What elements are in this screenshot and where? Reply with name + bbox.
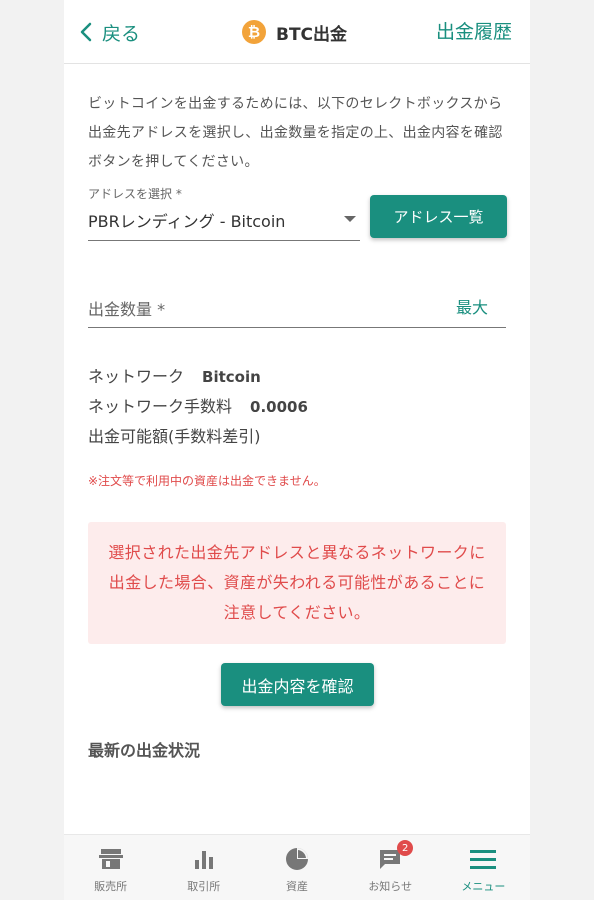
menu-icon (470, 846, 497, 872)
amount-label: 出金数量 * (88, 300, 166, 319)
bar-chart-icon (191, 846, 217, 872)
fee-label: ネットワーク手数料 (88, 397, 233, 416)
available-row: 出金可能額(手数料差引) (88, 422, 308, 452)
nav-item-news[interactable]: 2 お知らせ (344, 835, 437, 900)
bottom-nav: 販売所 取引所 資産 2 お知らせ メニュー (64, 834, 530, 900)
max-amount-button[interactable]: 最大 (456, 294, 488, 318)
message-icon: 2 (377, 840, 414, 872)
available-label: 出金可能額(手数料差引) (88, 427, 261, 446)
store-icon (98, 846, 124, 872)
recent-withdraw-title: 最新の出金状況 (88, 741, 201, 760)
title-wrap: ₿ BTC出金 (242, 18, 347, 46)
back-label: 戻る (102, 22, 141, 45)
network-row: ネットワーク Bitcoin (88, 362, 308, 392)
withdraw-history-link[interactable]: 出金履歴 (436, 18, 512, 46)
nav-label-store: 販売所 (94, 880, 128, 893)
caret-down-icon (344, 216, 356, 222)
fee-value: 0.0006 (250, 398, 308, 416)
usage-note: ※注文等で利用中の資産は出金できません。 (88, 474, 326, 488)
pie-chart-icon (284, 846, 310, 872)
nav-item-assets[interactable]: 資産 (250, 835, 343, 900)
nav-item-menu[interactable]: メニュー (437, 835, 530, 900)
nav-label-menu: メニュー (461, 880, 506, 893)
nav-item-store[interactable]: 販売所 (64, 835, 157, 900)
page-title: BTC出金 (276, 24, 348, 45)
confirm-withdraw-button[interactable]: 出金内容を確認 (221, 663, 374, 706)
chevron-left-icon (80, 22, 92, 42)
bitcoin-icon: ₿ (242, 20, 266, 44)
nav-item-exchange[interactable]: 取引所 (157, 835, 250, 900)
amount-input[interactable]: 出金数量 * 最大 (88, 282, 506, 328)
nav-label-news: お知らせ (368, 880, 413, 893)
header: 戻る ₿ BTC出金 出金履歴 (64, 0, 530, 64)
btc-withdraw-page: 戻る ₿ BTC出金 出金履歴 ビットコインを出金するためには、以下のセレクトボ… (64, 0, 530, 900)
nav-label-assets: 資産 (286, 880, 308, 893)
address-selected-value: PBRレンディング - Bitcoin (88, 212, 286, 231)
network-label: ネットワーク (88, 367, 185, 386)
back-button[interactable]: 戻る (80, 18, 140, 46)
address-list-button[interactable]: アドレス一覧 (370, 195, 507, 238)
nav-label-exchange: 取引所 (187, 880, 221, 893)
description-text: ビットコインを出金するためには、以下のセレクトボックスから出金先アドレスを選択し… (88, 96, 503, 170)
address-select[interactable]: PBRレンディング - Bitcoin (88, 200, 360, 241)
network-value: Bitcoin (202, 368, 261, 386)
notification-badge: 2 (397, 840, 414, 856)
network-info: ネットワーク Bitcoin ネットワーク手数料 0.0006 出金可能額(手数… (88, 362, 308, 452)
network-warning: 選択された出金先アドレスと異なるネットワークに出金した場合、資産が失われる可能性… (88, 522, 506, 644)
fee-row: ネットワーク手数料 0.0006 (88, 392, 308, 422)
